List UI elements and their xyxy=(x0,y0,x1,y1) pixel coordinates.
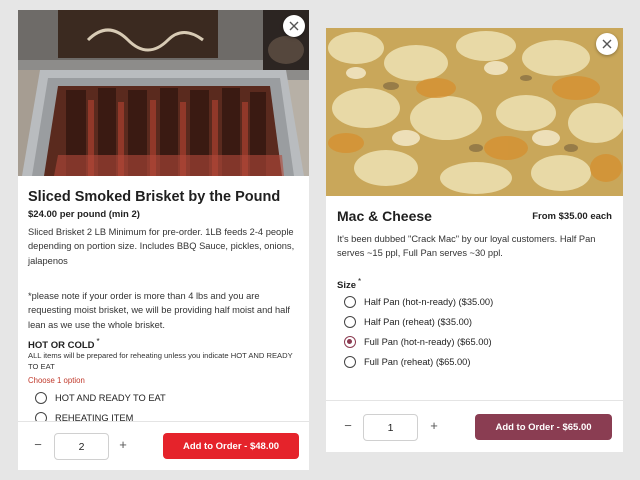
decrease-quantity-button[interactable]: − xyxy=(341,418,355,433)
radio-button[interactable] xyxy=(344,356,356,368)
required-mark: * xyxy=(96,337,100,346)
option-label: Full Pan (hot-n-ready) ($65.00) xyxy=(364,337,492,347)
size-option-half-reheat[interactable]: Half Pan (reheat) ($35.00) xyxy=(344,316,472,328)
radio-button[interactable] xyxy=(35,392,47,404)
order-footer: − 2 + Add to Order - $48.00 xyxy=(18,421,309,470)
size-option-full-hot[interactable]: Full Pan (hot-n-ready) ($65.00) xyxy=(344,336,492,348)
option-label: Half Pan (hot-n-ready) ($35.00) xyxy=(364,297,494,307)
brisket-photo xyxy=(18,10,309,176)
size-group-title-text: Size xyxy=(337,280,357,292)
item-title: Mac & Cheese xyxy=(337,208,432,224)
option-hot-and-ready[interactable]: HOT AND READY TO EAT xyxy=(35,392,166,404)
option-label: HOT AND READY TO EAT xyxy=(55,393,166,403)
item-description: It's been dubbed "Crack Mac" by our loya… xyxy=(337,234,596,259)
option-label: Half Pan (reheat) ($35.00) xyxy=(364,317,473,327)
close-icon xyxy=(289,21,299,31)
quantity-input[interactable]: 1 xyxy=(363,414,418,441)
option-label: Full Pan (reheat) ($65.00) xyxy=(364,357,471,367)
radio-button[interactable] xyxy=(344,316,356,328)
radio-button-selected[interactable] xyxy=(344,336,356,348)
choose-hint: Choose 1 option xyxy=(28,376,85,385)
size-option-half-hot[interactable]: Half Pan (hot-n-ready) ($35.00) xyxy=(344,296,493,308)
close-icon xyxy=(602,39,612,49)
item-price: $24.00 per pound (min 2) xyxy=(28,209,140,220)
decrease-quantity-button[interactable]: − xyxy=(31,437,45,452)
add-to-order-button[interactable]: Add to Order - $48.00 xyxy=(163,433,299,459)
item-title: Sliced Smoked Brisket by the Pound xyxy=(28,189,281,205)
mac-cheese-photo xyxy=(326,28,623,196)
item-description: Sliced Brisket 2 LB Minimum for pre-orde… xyxy=(28,227,295,266)
size-option-full-reheat[interactable]: Full Pan (reheat) ($65.00) xyxy=(344,356,470,368)
close-button[interactable] xyxy=(596,33,618,55)
size-group-title: Size * xyxy=(337,277,361,291)
mac-cheese-item-modal: Mac & Cheese From $35.00 each It's been … xyxy=(326,28,623,452)
item-from-price: From $35.00 each xyxy=(532,211,612,222)
quantity-input[interactable]: 2 xyxy=(54,433,109,460)
close-button[interactable] xyxy=(283,15,305,37)
required-mark: * xyxy=(358,277,362,286)
increase-quantity-button[interactable]: + xyxy=(427,418,441,433)
order-footer: − 1 + Add to Order - $65.00 xyxy=(326,400,623,452)
item-note: *please note if your order is more than … xyxy=(28,291,290,330)
radio-button[interactable] xyxy=(344,296,356,308)
brisket-item-modal: Sliced Smoked Brisket by the Pound $24.0… xyxy=(18,10,309,470)
increase-quantity-button[interactable]: + xyxy=(116,437,130,452)
add-to-order-button[interactable]: Add to Order - $65.00 xyxy=(475,414,612,440)
option-group-subtitle: ALL items will be prepared for reheating… xyxy=(28,351,293,371)
